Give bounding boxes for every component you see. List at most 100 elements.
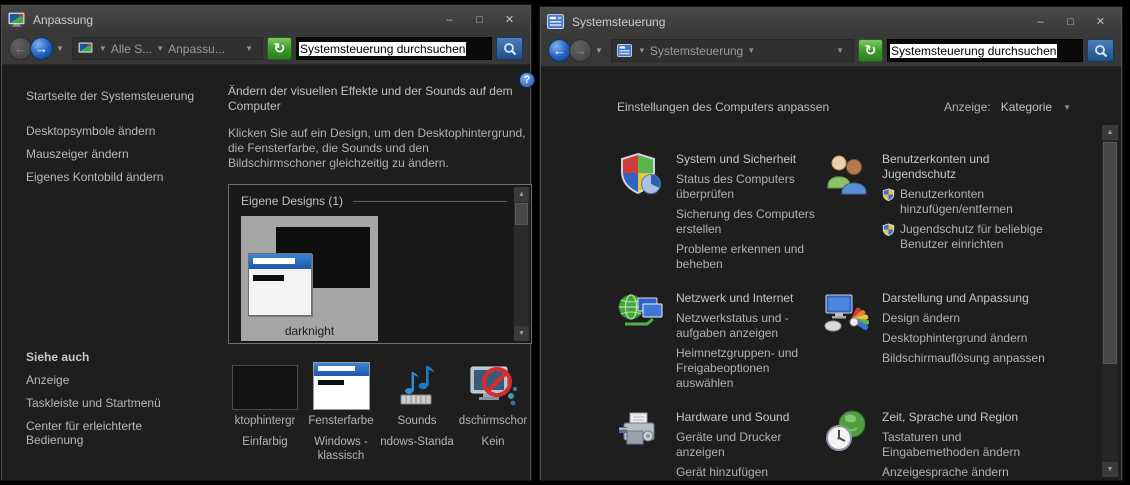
category-link[interactable]: Heimnetzgruppen- und Freigabeoptionen au… [676,346,818,391]
sidebar-item-taskbar-startmenu[interactable]: Taskleiste und Startmenü [26,396,198,410]
tile-screensaver[interactable]: dschirmschor Kein [456,360,530,463]
main-panel: ? Ändern der visuellen Effekte und der S… [222,65,542,480]
view-by-label: Anzeige: [944,100,991,114]
uac-shield-icon [882,188,895,201]
chevron-down-icon: ▼ [1063,102,1071,112]
scrollbar-thumb[interactable] [515,203,528,225]
breadcrumb-current[interactable]: Systemsteuerung [650,44,743,58]
category-link-label: Jugendschutz für beliebige Benutzer einr… [900,222,1043,251]
clock-globe-icon [823,409,869,455]
tile-label: dschirmschor [458,415,528,427]
category-link[interactable]: Design ändern [882,311,1054,326]
category-link[interactable]: Gerät hinzufügen [676,465,818,480]
tile-desktop-background[interactable]: ktophintergr Einfarbig [228,360,302,463]
category-title[interactable]: Benutzerkonten und Jugendschutz [882,152,1054,182]
personalization-icon [8,12,25,27]
page-heading: Ändern der visuellen Effekte und der Sou… [228,84,513,113]
recent-pages-dropdown-icon[interactable]: ▼ [595,46,603,55]
category-title[interactable]: Zeit, Sprache und Region [882,410,1054,425]
breadcrumb[interactable]: ▼ Alle S... ▼ Anpassu... ▼ [71,37,263,60]
scroll-up-icon[interactable]: ▲ [514,187,529,202]
tile-sounds[interactable]: Sounds ndows-Standa [380,360,454,463]
category-link[interactable]: Desktophintergrund ändern [882,331,1054,346]
maximize-button[interactable]: □ [465,11,494,28]
page-heading: Einstellungen des Computers anpassen [617,100,830,114]
search-input[interactable]: Systemsteuerung durchsuchen [887,39,1083,62]
category-title[interactable]: Netzwerk und Internet [676,291,818,306]
scroll-up-icon[interactable]: ▲ [1102,125,1118,140]
search-icon [1094,44,1107,57]
search-placeholder: Systemsteuerung durchsuchen [299,41,467,56]
sidebar-item-mouse-pointer[interactable]: Mauszeiger ändern [26,147,198,161]
theme-settings-row: ktophintergr Einfarbig Fensterfarbe Wind… [228,360,532,463]
tile-sublabel: ndows-Standa [380,436,454,448]
chevron-down-icon[interactable]: ▼ [634,46,650,55]
themes-scrollbar[interactable]: ▲ ▼ [514,187,529,341]
themes-listbox: Eigene Designs (1) darknight ▲ ▼ [228,184,532,344]
forward-button[interactable]: → [30,37,53,60]
category-title[interactable]: Hardware und Sound [676,410,818,425]
category-link[interactable]: Status des Computers überprüfen [676,172,818,202]
chevron-down-icon[interactable]: ▼ [743,46,759,55]
sidebar-item-ease-of-access[interactable]: Center für erleichterte Bedienung [26,419,198,447]
control-panel-icon [616,44,632,57]
chevron-down-icon[interactable]: ▼ [152,44,168,53]
category-link[interactable]: Sicherung des Computers erstellen [676,207,818,237]
sidebar-item-desktop-icons[interactable]: Desktopsymbole ändern [26,124,198,138]
theme-name: darknight [284,324,335,338]
search-input[interactable]: Systemsteuerung durchsuchen [296,37,492,60]
category-network-internet: Netzwerk und Internet Netzwerkstatus und… [617,290,823,396]
refresh-button[interactable]: ↻ [267,37,292,60]
titlebar[interactable]: Anpassung – □ ✕ [2,6,530,33]
category-system-security: System und Sicherheit Status des Compute… [617,151,823,277]
breadcrumb-history-icon[interactable]: ▼ [832,46,848,55]
tile-sublabel: Kein [481,436,505,448]
sidebar-item-account-picture[interactable]: Eigenes Kontobild ändern [26,170,198,184]
minimize-button[interactable]: – [435,11,464,28]
category-title[interactable]: Darstellung und Anpassung [882,291,1054,306]
tile-label: Fensterfarbe [308,415,374,427]
category-link[interactable]: Bildschirmauflösung anpassen [882,351,1054,366]
task-sidebar: Startseite der Systemsteuerung Desktopsy… [2,65,222,480]
close-button[interactable]: ✕ [495,11,524,28]
theme-preview-window [248,253,312,316]
sidebar-item-display[interactable]: Anzeige [26,373,198,387]
close-button[interactable]: ✕ [1086,13,1115,30]
back-button[interactable]: ← [9,37,32,60]
search-button[interactable] [496,37,523,60]
maximize-button[interactable]: □ [1056,13,1085,30]
titlebar[interactable]: Systemsteuerung – □ ✕ [541,8,1121,35]
category-link[interactable]: Tastaturen und Eingabemethoden ändern [882,430,1054,460]
breadcrumb-root[interactable]: Alle S... [111,42,152,56]
minimize-button[interactable]: – [1026,13,1055,30]
scroll-down-icon[interactable]: ▼ [1102,462,1118,477]
theme-item-darknight[interactable]: darknight [241,216,378,341]
category-link[interactable]: Netzwerkstatus und -aufgaben anzeigen [676,311,818,341]
category-title[interactable]: System und Sicherheit [676,152,818,167]
recent-pages-dropdown-icon[interactable]: ▼ [56,44,64,53]
breadcrumb-history-icon[interactable]: ▼ [241,44,257,53]
scroll-down-icon[interactable]: ▼ [514,326,529,341]
category-link[interactable]: Anzeigesprache ändern [882,465,1054,480]
category-link-uac[interactable]: Benutzerkonten hinzufügen/entfernen [882,187,1054,217]
sidebar-item-home[interactable]: Startseite der Systemsteuerung [26,89,198,103]
window-title: Anpassung [33,12,94,27]
search-button[interactable] [1087,39,1114,62]
help-icon[interactable]: ? [519,72,535,88]
security-shield-icon [617,151,663,197]
category-link-uac[interactable]: Jugendschutz für beliebige Benutzer einr… [882,222,1054,252]
back-button[interactable]: ← [548,39,571,62]
view-by-dropdown[interactable]: Kategorie ▼ [1001,100,1075,114]
breadcrumb[interactable]: ▼ Systemsteuerung ▼ ▼ [610,39,854,62]
category-link[interactable]: Probleme erkennen und beheben [676,242,818,272]
sounds-notes-icon [400,366,434,405]
tile-sublabel: Einfarbig [242,436,288,448]
chevron-down-icon[interactable]: ▼ [95,44,111,53]
scrollbar-thumb[interactable] [1103,142,1117,364]
content-scrollbar[interactable]: ▲ ▼ [1102,125,1118,477]
breadcrumb-current[interactable]: Anpassu... [168,42,225,56]
category-link[interactable]: Geräte und Drucker anzeigen [676,430,818,460]
refresh-button[interactable]: ↻ [858,39,883,62]
tile-window-color[interactable]: Fensterfarbe Windows - klassisch [304,360,378,463]
forward-button[interactable]: → [569,39,592,62]
